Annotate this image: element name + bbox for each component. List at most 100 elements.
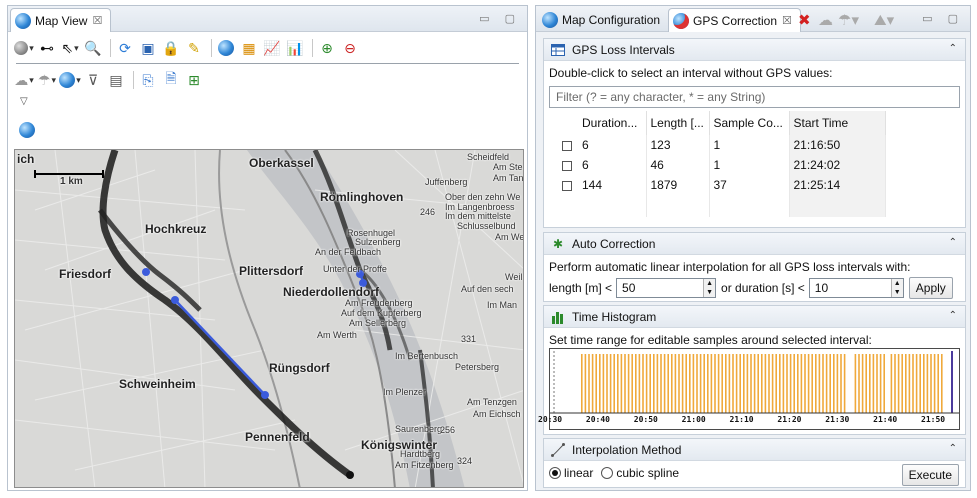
collapse-icon[interactable]: ⌃ [949,43,957,54]
right-tabbar: Map Configuration GPS Correction ☒ ✖ ☁ ☂… [536,6,970,32]
radio-cubic-spline[interactable] [601,467,614,479]
histogram-bar [699,354,702,413]
map-label: Schweinheim [119,377,196,391]
histogram-bar [912,354,914,413]
brush-icon[interactable]: ✎ [184,38,204,58]
apply-button[interactable]: Apply [908,277,953,299]
cell-length: 123 [646,135,710,155]
row-checkbox[interactable] [562,140,572,151]
duration-spinner[interactable]: 10 ▲ ▼ [808,278,904,298]
map-label: 256 [440,425,456,435]
histogram-bar [591,354,594,413]
histogram-bar [815,354,817,413]
map-provider-icon[interactable] [14,38,34,58]
gps-loss-title: GPS Loss Intervals [572,42,675,57]
tour-icon[interactable]: ☁ [14,70,34,90]
map-canvas[interactable]: 1 km ich Oberkassel Hochkreuz Friesdorf … [14,149,524,488]
radio-linear[interactable] [549,467,561,479]
row-checkbox[interactable] [562,160,572,171]
zoom-in-icon[interactable]: ⊕ [317,38,337,58]
lock-icon[interactable]: 🔒 [161,38,181,58]
map-label: 246 [420,207,436,217]
zoom-page-icon[interactable]: 🔍 [83,38,103,58]
length-spinner[interactable]: 50 ▲ ▼ [616,278,717,298]
map-label: Plittersdorf [239,264,304,278]
collapse-icon[interactable]: ⌃ [949,310,957,321]
grid-icon[interactable]: ▦ [239,38,259,58]
map-label: Am Fitzenberg [395,460,454,470]
chart-doc-icon[interactable]: ⊞ [184,70,204,90]
close-icon[interactable]: ☒ [92,14,102,27]
gps-globe-icon [673,12,689,29]
collapse-icon[interactable]: ⌃ [949,443,957,454]
fit-icon[interactable]: ▣ [138,38,158,58]
tour-marker-icon[interactable]: ☂ [37,70,57,90]
photo-icon[interactable]: ▤ [106,70,126,90]
row-checkbox[interactable] [562,180,572,191]
execute-button[interactable]: Execute [901,464,959,486]
histogram-bar [750,354,752,413]
tour-icon[interactable]: ☂▾ [838,11,859,29]
tab-map-view[interactable]: Map View ☒ [10,8,112,32]
scale-label: 1 km [60,176,83,187]
histogram-bar [631,354,633,413]
histogram-bar [865,354,867,413]
gps-loss-description: Double-click to select an interval witho… [549,66,833,80]
collapse-icon[interactable]: ⌃ [949,237,957,248]
histogram-bar [825,354,828,413]
world-icon[interactable] [216,38,236,58]
delete-icon[interactable]: ✖ [798,11,811,29]
window-controls[interactable]: ▭ ▢ [922,12,964,25]
table-row[interactable]: 144 1879 37 21:25:14 [556,175,886,195]
histogram-bar [613,354,615,413]
histogram-bar [635,354,637,413]
window-controls[interactable]: ▭ ▢ [479,12,521,25]
column-header-length[interactable]: Length [... [646,111,710,135]
sync-icon[interactable]: ⎘ [138,70,158,90]
duration-label: or duration [s] < [721,281,805,295]
histogram-bar [649,354,651,413]
filter-icon[interactable]: ⊽ [83,70,103,90]
filter-input[interactable]: Filter (? = any character, * = any Strin… [549,86,960,108]
interpolation-header[interactable]: Interpolation Method ⌃ [544,439,965,461]
histogram-bar [696,354,698,413]
radio-linear-label[interactable]: linear [564,466,593,480]
spinner-arrows-icon[interactable]: ▲ ▼ [703,279,716,297]
cloud-icon[interactable]: ☁ [818,11,833,29]
time-histogram-header[interactable]: Time Histogram ⌃ [544,306,965,328]
binoculars-icon[interactable]: ⊷ [37,38,57,58]
histogram-bar [854,354,857,413]
wand-icon: ✱ [552,236,564,251]
map-label: Weil [505,272,523,282]
radio-cubic-spline-label[interactable]: cubic spline [616,466,679,480]
map-label: Scheidfeld [467,152,510,162]
pointer-icon[interactable]: ⇖ [60,38,80,58]
auto-correction-description: Perform automatic linear interpolation f… [549,260,911,274]
map-label: Sulzenberg [355,237,401,247]
table-row[interactable]: 6 46 1 21:24:02 [556,155,886,175]
tab-gps-correction[interactable]: GPS Correction ☒ [668,8,801,32]
histogram-bar [721,354,723,413]
histogram-ticks: 20:30 20:40 20:50 21:00 21:10 21:20 21:30 21:40… [538,415,959,427]
gps-loss-header[interactable]: GPS Loss Intervals ⌃ [544,39,965,61]
tour-marker-icon[interactable]: ⛰▾ [874,11,894,29]
column-header-sample-count[interactable]: Sample Co... [709,111,790,135]
column-header-start-time[interactable]: Start Time [789,111,886,135]
close-icon[interactable]: ☒ [782,14,792,27]
gps-loss-table: Duration... Length [... Sample Co... Sta… [556,111,886,217]
new-doc-icon[interactable]: 🗎 [161,70,181,90]
bar-chart-icon[interactable]: 📊 [285,38,305,58]
auto-correction-header[interactable]: ✱ Auto Correction ⌃ [544,233,965,255]
toolbar-overflow-icon[interactable]: ▽ [20,96,28,107]
histogram-tick-label: 20:30 [538,415,563,424]
line-chart-icon[interactable]: 📈 [262,38,282,58]
time-histogram-chart[interactable]: 20:30 20:40 20:50 21:00 21:10 21:20 21:30 21:40… [538,348,960,430]
tab-map-configuration[interactable]: Map Configuration [538,8,668,32]
zoom-out-icon[interactable]: ⊖ [340,38,360,58]
spinner-arrows-icon[interactable]: ▲ ▼ [890,279,903,297]
column-header-duration[interactable]: Duration... [578,111,647,135]
table-row[interactable]: 6 123 1 21:16:50 [556,135,886,155]
refresh-icon[interactable]: ⟳ [115,38,135,58]
layer-globe-icon[interactable] [59,70,80,90]
histogram-bar [869,354,871,413]
